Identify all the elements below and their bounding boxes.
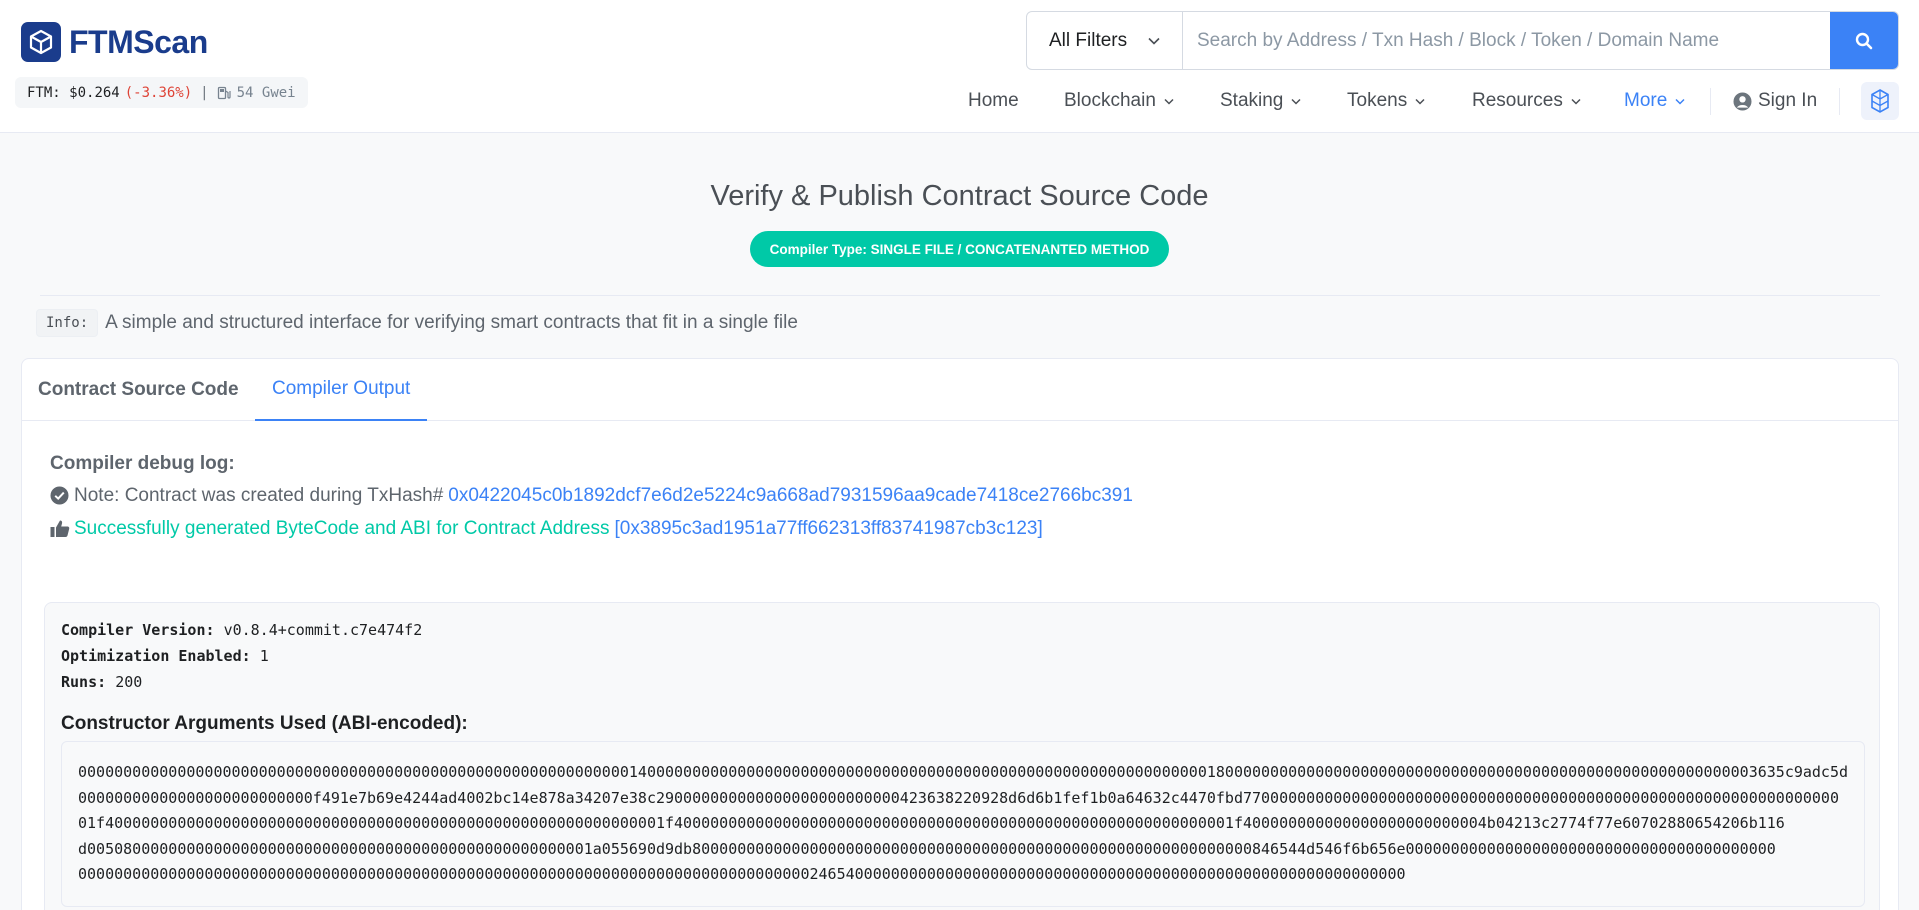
tab-label: Compiler Output (272, 378, 411, 399)
sign-in-link[interactable]: Sign In (1733, 84, 1817, 118)
user-circle-icon (1733, 92, 1752, 110)
network-switch-button[interactable] (1861, 82, 1899, 120)
gas-price[interactable]: 54 Gwei (217, 85, 296, 101)
filter-label: All Filters (1049, 29, 1128, 51)
info-label: Info: (36, 309, 99, 337)
site-header: FTMScan FTM: $0.264 (-3.36%) | 54 Gwei A… (0, 0, 1919, 133)
tab-contract-source-code[interactable]: Contract Source Code (38, 359, 239, 421)
optimization-value: 1 (259, 647, 269, 665)
runs-value: 200 (115, 673, 143, 691)
args-line: 01f4000000000000000000000000000000000000… (78, 814, 1785, 833)
chevron-down-icon (1675, 98, 1685, 105)
debug-note-line: Note: Contract was created during TxHash… (50, 479, 1133, 512)
gas-value: 54 Gwei (236, 84, 296, 101)
chevron-down-icon (1291, 98, 1301, 105)
nav-divider (1839, 88, 1840, 115)
nav-resources-label: Resources (1472, 90, 1563, 111)
page-title: Verify & Publish Contract Source Code (710, 180, 1209, 212)
chevron-down-icon (1164, 98, 1174, 105)
search-bar: All Filters (1026, 11, 1899, 70)
cube-icon (21, 22, 61, 62)
compiler-version-row: Compiler Version: v0.8.4+commit.c7e474f2 (61, 621, 422, 639)
sign-in-label: Sign In (1758, 90, 1818, 111)
check-circle-icon (50, 486, 70, 506)
verify-card: Contract Source Code Compiler Output Com… (21, 358, 1899, 910)
ftm-price-ticker: FTM: $0.264 (-3.36%) | 54 Gwei (15, 77, 308, 108)
ticker-change: (-3.36%) (124, 84, 193, 101)
ticker-label: FTM: (27, 84, 61, 101)
tab-compiler-output[interactable]: Compiler Output (255, 359, 428, 421)
search-button[interactable] (1830, 12, 1898, 69)
brand-name: FTMScan (69, 23, 208, 60)
chevron-down-icon (1571, 98, 1581, 105)
nav-divider (1710, 88, 1711, 115)
debug-title: Compiler debug log: (50, 453, 235, 474)
nav-tokens-label: Tokens (1347, 90, 1408, 111)
optimization-row: Optimization Enabled: 1 (61, 647, 269, 665)
debug-success-line: Successfully generated ByteCode and ABI … (50, 512, 1133, 545)
compiler-type-badge: Compiler Type: SINGLE FILE / CONCATENANT… (749, 231, 1170, 267)
compiler-version-label: Compiler Version: (61, 621, 215, 639)
compiler-debug-log: Compiler debug log: Note: Contract was c… (50, 453, 1133, 545)
args-line: d005080000000000000000000000000000000000… (78, 839, 1776, 858)
nav-staking[interactable]: Staking (1220, 84, 1301, 118)
runs-row: Runs: 200 (61, 673, 142, 691)
info-row: Info: A simple and structured interface … (36, 306, 798, 340)
nav-resources[interactable]: Resources (1472, 84, 1581, 118)
search-icon (1855, 32, 1873, 49)
ticker-separator: | (200, 84, 209, 101)
constructor-args-box[interactable]: 0000000000000000000000000000000000000000… (61, 741, 1865, 907)
gas-pump-icon (217, 86, 231, 99)
tx-hash-link[interactable]: 0x0422045c0b1892dcf7e6d2e5224c9a668ad793… (448, 485, 1133, 507)
compiler-version-value: v0.8.4+commit.c7e474f2 (223, 621, 423, 639)
divider (40, 295, 1880, 296)
chevron-down-icon (1415, 98, 1425, 105)
nav-home-label: Home (968, 90, 1019, 111)
chevron-down-icon (1148, 37, 1160, 45)
tab-label: Contract Source Code (38, 379, 239, 400)
optimization-label: Optimization Enabled: (61, 647, 251, 665)
nav-blockchain-label: Blockchain (1064, 90, 1156, 111)
success-text: Successfully generated ByteCode and ABI … (74, 517, 610, 539)
args-line: 0000000000000000000000000000000000000000… (78, 865, 1406, 884)
note-prefix: Note: Contract was created during TxHash… (74, 484, 444, 506)
search-input[interactable] (1183, 12, 1830, 69)
nav-staking-label: Staking (1220, 90, 1284, 111)
nav-tokens[interactable]: Tokens (1347, 84, 1425, 118)
runs-label: Runs: (61, 673, 107, 691)
info-text: A simple and structured interface for ve… (105, 312, 798, 333)
ticker-price[interactable]: $0.264 (69, 85, 120, 101)
constructor-args-title: Constructor Arguments Used (ABI-encoded)… (61, 713, 468, 734)
nav-more-label: More (1624, 90, 1668, 111)
args-line: 0000000000000000000000000000000000000000… (78, 763, 1848, 781)
fantom-logo-icon (1871, 89, 1889, 113)
args-line: 00000000000000000000000000f491e7b69e4244… (78, 788, 1839, 807)
badge-wrap: Compiler Type: SINGLE FILE / CONCATENANT… (0, 231, 1919, 267)
nav-more[interactable]: More (1624, 84, 1685, 118)
nav-home[interactable]: Home (968, 84, 1019, 118)
thumbs-up-icon (50, 519, 70, 539)
nav-blockchain[interactable]: Blockchain (1064, 84, 1174, 118)
search-filter-select[interactable]: All Filters (1027, 12, 1183, 69)
compiler-output-box: Compiler Version: v0.8.4+commit.c7e474f2… (44, 602, 1880, 910)
contract-address-link[interactable]: [0x3895c3ad1951a77ff662313ff83741987cb3c… (614, 518, 1042, 540)
brand-logo[interactable]: FTMScan (21, 22, 208, 62)
tab-bar: Contract Source Code Compiler Output (22, 359, 1898, 421)
